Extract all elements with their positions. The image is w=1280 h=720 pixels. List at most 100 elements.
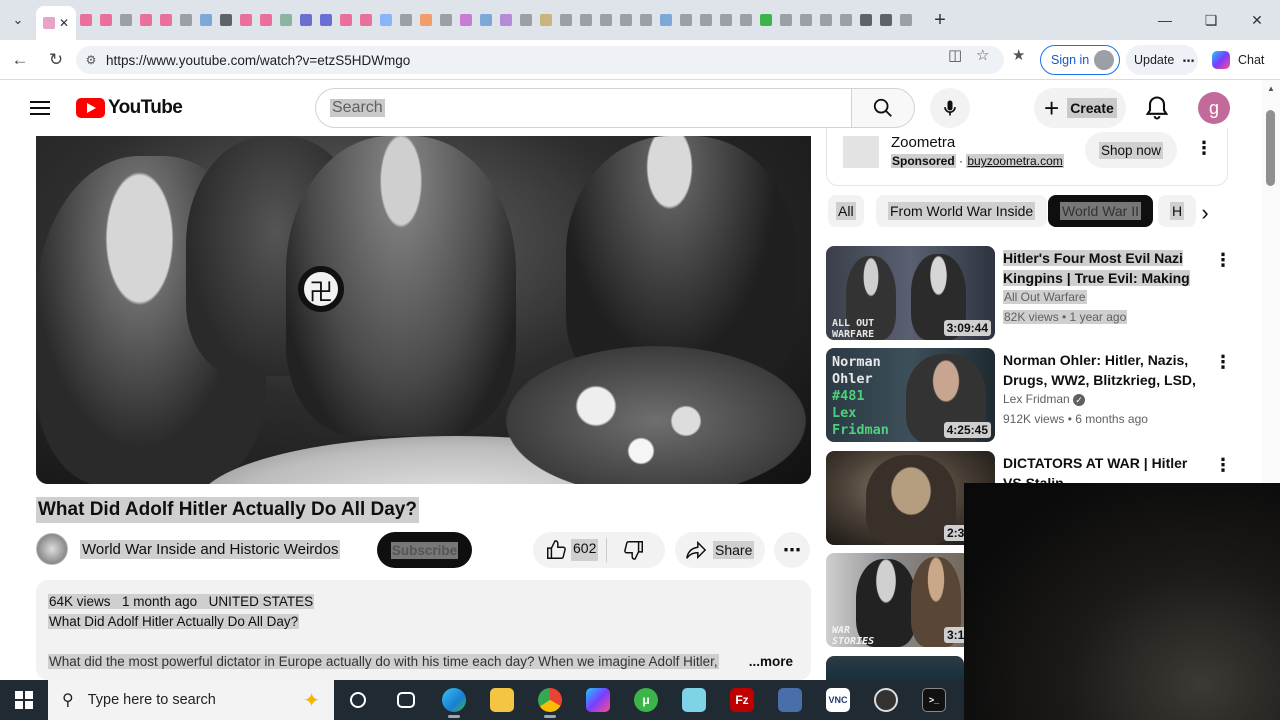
browser-tab[interactable] xyxy=(316,0,336,40)
recommendation-thumbnail-partial[interactable] xyxy=(826,656,964,680)
more-actions-button[interactable]: ⋯ xyxy=(774,532,810,568)
browser-tab[interactable] xyxy=(796,0,816,40)
edge-icon[interactable] xyxy=(430,680,478,720)
browser-tab[interactable] xyxy=(536,0,556,40)
restore-button[interactable]: ❏ xyxy=(1188,0,1234,40)
reload-icon[interactable]: ↻ xyxy=(44,48,68,72)
update-button[interactable]: Update ⋯ xyxy=(1126,45,1198,75)
back-arrow-icon[interactable]: ← xyxy=(8,48,32,72)
subscribe-button[interactable]: Subscribe xyxy=(377,532,472,568)
favorites-icon[interactable]: ★ xyxy=(1012,46,1025,64)
search-input[interactable]: Search xyxy=(315,88,852,128)
browser-tab[interactable] xyxy=(856,0,876,40)
browser-tab[interactable] xyxy=(476,0,496,40)
dislike-button[interactable] xyxy=(623,539,645,561)
ad-thumbnail[interactable] xyxy=(843,136,879,168)
scrollbar-thumb[interactable] xyxy=(1266,110,1275,186)
browser-tab[interactable] xyxy=(336,0,356,40)
recommendation-title[interactable]: Norman Ohler: Hitler, Nazis, Drugs, WW2,… xyxy=(1003,350,1208,390)
like-button[interactable]: 602 xyxy=(545,539,599,561)
search-button[interactable] xyxy=(851,88,915,128)
minimize-button[interactable]: — xyxy=(1142,0,1188,40)
browser-tab[interactable] xyxy=(716,0,736,40)
filezilla-icon[interactable]: Fz xyxy=(718,680,766,720)
browser-tab[interactable] xyxy=(496,0,516,40)
browser-tab[interactable] xyxy=(196,0,216,40)
recommendation-item[interactable]: ALL OUT WARFARE 3:09:44 Hitler's Four Mo… xyxy=(826,246,1232,342)
browser-tab[interactable] xyxy=(176,0,196,40)
browser-tab[interactable] xyxy=(656,0,676,40)
recommendation-thumbnail[interactable]: Norman Ohler #481 Lex Fridman 4:25:45 xyxy=(826,348,995,442)
browser-tab[interactable] xyxy=(636,0,656,40)
create-button[interactable]: + Create xyxy=(1034,88,1126,128)
browser-tab[interactable] xyxy=(556,0,576,40)
browser-tab[interactable] xyxy=(116,0,136,40)
video-player[interactable]: 卍 xyxy=(36,136,811,484)
browser-tab[interactable] xyxy=(156,0,176,40)
cortana-icon[interactable] xyxy=(334,680,382,720)
browser-tab[interactable] xyxy=(396,0,416,40)
ad-domain-link[interactable]: buyzoometra.com xyxy=(966,154,1064,168)
recommendation-item[interactable]: Norman Ohler #481 Lex Fridman 4:25:45 No… xyxy=(826,348,1232,444)
sign-in-button[interactable]: Sign in xyxy=(1040,45,1120,75)
channel-name-link[interactable]: World War Inside and Historic Weirdos xyxy=(80,540,341,559)
tab-search-chevron-icon[interactable]: ⌄ xyxy=(0,0,36,40)
scroll-up-arrow-icon[interactable]: ▲ xyxy=(1267,84,1275,93)
vnc-icon[interactable]: VNC xyxy=(814,680,862,720)
browser-tab[interactable] xyxy=(696,0,716,40)
description-box[interactable]: 64K views 1 month ago UNITED STATES What… xyxy=(36,580,811,680)
app-available-icon[interactable]: ◫ xyxy=(948,46,962,64)
new-tab-button[interactable]: + xyxy=(922,9,958,32)
notepad-icon[interactable] xyxy=(670,680,718,720)
network-icon[interactable] xyxy=(766,680,814,720)
account-avatar[interactable]: g xyxy=(1198,92,1230,124)
active-tab[interactable]: ✕ xyxy=(36,6,76,40)
browser-tab[interactable] xyxy=(136,0,156,40)
chrome-icon[interactable] xyxy=(526,680,574,720)
browser-tab[interactable] xyxy=(876,0,896,40)
browser-tab[interactable] xyxy=(376,0,396,40)
browser-tab[interactable] xyxy=(96,0,116,40)
browser-tab[interactable] xyxy=(576,0,596,40)
utorrent-icon[interactable]: μ xyxy=(622,680,670,720)
chip-world-war-ii[interactable]: World War II xyxy=(1048,195,1154,227)
url-text[interactable]: https://www.youtube.com/watch?v=etzS5HDW… xyxy=(106,53,410,68)
browser-tab[interactable] xyxy=(596,0,616,40)
browser-tab[interactable] xyxy=(676,0,696,40)
browser-tab[interactable] xyxy=(736,0,756,40)
recommendation-title[interactable]: Hitler's Four Most Evil Nazi Kingpins | … xyxy=(1003,248,1208,288)
file-explorer-icon[interactable] xyxy=(478,680,526,720)
voice-search-button[interactable] xyxy=(930,88,970,128)
close-window-button[interactable]: ✕ xyxy=(1234,0,1280,40)
chip-all[interactable]: All xyxy=(828,195,864,227)
screen-recorder-icon[interactable] xyxy=(862,680,910,720)
share-button[interactable]: Share xyxy=(675,532,765,568)
sponsored-ad-card[interactable]: Zoometra Sponsored · buyzoometra.com Sho… xyxy=(826,128,1228,186)
show-more-link[interactable]: ...more xyxy=(749,654,793,669)
copilot-chat-button[interactable]: Chat xyxy=(1208,45,1272,75)
channel-avatar[interactable] xyxy=(36,533,68,565)
site-info-icon[interactable]: ⚙ xyxy=(76,53,106,67)
browser-tab[interactable] xyxy=(356,0,376,40)
recommendation-channel[interactable]: All Out Warfare xyxy=(1003,290,1087,304)
guide-menu-icon[interactable] xyxy=(28,98,52,118)
copilot-icon[interactable] xyxy=(574,680,622,720)
chips-next-chevron-icon[interactable]: › xyxy=(1190,198,1220,228)
recommendation-thumbnail[interactable]: ALL OUT WARFARE 3:09:44 xyxy=(826,246,995,340)
browser-tab[interactable] xyxy=(456,0,476,40)
browser-tab[interactable] xyxy=(816,0,836,40)
recommendation-channel[interactable]: Lex Fridman ✓ xyxy=(1003,392,1086,406)
browser-tab[interactable] xyxy=(516,0,536,40)
notifications-bell-icon[interactable] xyxy=(1143,94,1171,122)
bookmark-star-icon[interactable]: ☆ xyxy=(976,46,989,64)
address-bar[interactable]: ⚙ https://www.youtube.com/watch?v=etzS5H… xyxy=(76,46,1004,74)
browser-tab[interactable] xyxy=(756,0,776,40)
terminal-icon[interactable]: >_ xyxy=(910,680,958,720)
browser-tab[interactable] xyxy=(416,0,436,40)
browser-tab[interactable] xyxy=(216,0,236,40)
browser-tab[interactable] xyxy=(76,0,96,40)
browser-tab[interactable] xyxy=(236,0,256,40)
start-button[interactable] xyxy=(0,680,48,720)
close-tab-icon[interactable]: ✕ xyxy=(59,16,69,30)
recommendation-menu-icon[interactable]: ⋮ xyxy=(1214,352,1232,373)
